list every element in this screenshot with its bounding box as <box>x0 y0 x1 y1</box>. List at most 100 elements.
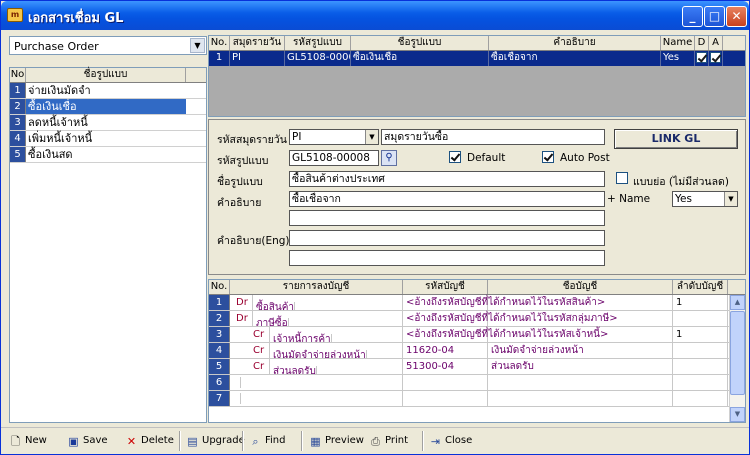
name-select[interactable]: Yes ▼ <box>672 191 738 207</box>
desc-eng-field-2[interactable] <box>289 250 605 266</box>
account-code-cell[interactable]: <อ้างถึงรหัสบัญชีที่ได้กำหนดไว้ในรหัสสิน… <box>403 295 605 310</box>
account-code-cell[interactable] <box>403 375 488 390</box>
table-row[interactable]: 7 <box>209 391 745 407</box>
entry-cell[interactable] <box>230 391 403 406</box>
toolbar-separator <box>242 431 244 451</box>
find-button[interactable]: ⌕ Find <box>249 433 285 449</box>
account-order-cell[interactable]: 1 <box>673 295 728 310</box>
entry-cell[interactable]: Dr ภาษีซื้อ <box>230 311 403 326</box>
account-order-cell[interactable] <box>673 343 728 358</box>
journal-code-select[interactable]: PI ▼ <box>289 129 379 145</box>
autopost-checkbox[interactable] <box>542 151 554 163</box>
account-order-cell[interactable] <box>673 391 728 406</box>
entry-cell[interactable] <box>230 375 403 390</box>
account-name-cell[interactable] <box>488 375 673 390</box>
header-no: No <box>10 68 26 82</box>
row-no: 6 <box>209 375 230 390</box>
new-button[interactable]: 🗋 New <box>9 433 47 449</box>
journal-name-field[interactable]: สมุดรายวันซื้อ <box>381 129 605 145</box>
table-row[interactable]: 5 Cr ส่วนลดรับ 51300-04 ส่วนลดรับ <box>209 359 745 375</box>
account-order-cell[interactable]: 1 <box>673 327 728 342</box>
table-row[interactable]: 3 Cr เจ้าหนี้การค้า <อ้างถึงรหัสบัญชีที่ได้… <box>209 327 745 343</box>
doc-type-value: Purchase Order <box>14 40 99 53</box>
delete-button[interactable]: ✕ Delete <box>125 433 174 449</box>
list-item[interactable]: 1 จ่ายเงินมัดจำ <box>10 83 206 99</box>
minimize-button[interactable]: _ <box>682 6 703 27</box>
bottom-toolbar: 🗋 New ▣ Save ✕ Delete ▤ Upgrade ⌕ Find ▦… <box>1 427 749 454</box>
scroll-up-icon[interactable]: ▲ <box>730 295 745 310</box>
search-icon[interactable]: ⚲ <box>381 150 397 166</box>
save-button[interactable]: ▣ Save <box>67 433 107 449</box>
account-order-cell[interactable] <box>673 311 728 326</box>
account-code-cell[interactable]: 51300-04 <box>403 359 488 374</box>
row-no: 3 <box>209 327 230 342</box>
doc-type-dropdown[interactable]: Purchase Order ▼ <box>9 36 207 55</box>
format-list-header: No ชื่อรูปแบบ <box>10 68 206 83</box>
maximize-button[interactable]: □ <box>704 6 725 27</box>
desc-label: คำอธิบาย <box>217 197 262 209</box>
drcr-label: Cr <box>250 343 270 358</box>
table-row[interactable]: 6 <box>209 375 745 391</box>
account-code-cell[interactable]: <อ้างถึงรหัสบัญชีที่ได้กำหนดไว้ในรหัสกลุ… <box>403 311 618 326</box>
format-name-field[interactable]: ซื้อสินค้าต่างประเทศ <box>289 171 605 187</box>
desc-eng-field[interactable] <box>289 230 605 246</box>
list-item[interactable]: 5 ซื้อเงินสด <box>10 147 206 163</box>
entry-cell[interactable]: Dr ซื้อสินค้า <box>230 295 403 310</box>
link-gl-button[interactable]: LINK GL <box>614 129 738 149</box>
account-code-cell[interactable]: 11620-04 <box>403 343 488 358</box>
chevron-down-icon[interactable]: ▼ <box>365 130 378 144</box>
exit-icon: ⇥ <box>430 434 441 448</box>
row-no: 2 <box>209 311 230 326</box>
format-code-field[interactable]: GL5108-00008 <box>289 150 379 166</box>
list-item[interactable]: 4 เพิ่มหนี้เจ้าหนี้ <box>10 131 206 147</box>
vertical-scrollbar[interactable]: ▲ ▼ <box>729 295 745 422</box>
header-name: ชื่อรูปแบบ <box>26 68 186 82</box>
account-grid-body: 1 Dr ซื้อสินค้า <อ้างถึงรหัสบัญชีที่ได้กำหน… <box>209 295 745 407</box>
entry-cell[interactable]: Cr เจ้าหนี้การค้า <box>230 327 403 342</box>
desc-field-2[interactable] <box>289 210 605 226</box>
entry-label: เจ้าหนี้การค้า <box>270 334 332 342</box>
close-app-button[interactable]: ⇥ Close <box>429 433 472 449</box>
chevron-down-icon[interactable]: ▼ <box>190 38 205 53</box>
table-row[interactable]: 1 Dr ซื้อสินค้า <อ้างถึงรหัสบัญชีที่ได้กำหน… <box>209 295 745 311</box>
account-order-cell[interactable] <box>673 375 728 390</box>
entry-cell[interactable]: Cr ส่วนลดรับ <box>230 359 403 374</box>
row-no: 7 <box>209 391 230 406</box>
account-name-cell[interactable]: เงินมัดจำจ่ายล่วงหน้า <box>488 343 673 358</box>
account-name-cell[interactable] <box>488 391 673 406</box>
account-code-cell[interactable] <box>403 391 488 406</box>
preview-button[interactable]: ▦ Preview <box>309 433 364 449</box>
list-item[interactable]: 2 ซื้อเงินเชื่อ <box>10 99 206 115</box>
account-grid: No. รายการลงบัญชี รหัสบัญชี ชื่อบัญชี ลำ… <box>208 279 746 423</box>
row-no: 4 <box>209 343 230 358</box>
close-button[interactable]: ✕ <box>726 6 747 27</box>
autopost-label: Auto Post <box>560 152 610 164</box>
table-row[interactable]: 2 Dr ภาษีซื้อ <อ้างถึงรหัสบัญชีที่ได้กำหนดไ… <box>209 311 745 327</box>
scroll-thumb[interactable] <box>730 311 745 395</box>
default-checkbox[interactable] <box>449 151 461 163</box>
format-name-label: ชื่อรูปแบบ <box>217 176 263 188</box>
default-label: Default <box>467 152 506 164</box>
table-row[interactable]: 1 PI GL5108-00008 ซื้อเงินเชื่อ ซื้อเชื่… <box>209 51 745 66</box>
brief-checkbox[interactable] <box>616 172 628 184</box>
brief-label: แบบย่อ (ไม่มีส่วนลด) <box>633 176 729 188</box>
desc-field[interactable]: ซื้อเชื่อจาก <box>289 191 605 207</box>
desc-eng-label: คำอธิบาย(Eng) <box>217 235 290 247</box>
journal-label: รหัสสมุดรายวัน <box>217 134 287 146</box>
table-row[interactable]: 4 Cr เงินมัดจำจ่ายล่วงหน้า 11620-04 เงินมัดจ… <box>209 343 745 359</box>
format-grid: No. สมุดรายวัน รหัสรูปแบบ ชื่อรูปแบบ คำอ… <box>208 35 746 117</box>
list-item[interactable]: 3 ลดหนี้เจ้าหนี้ <box>10 115 206 131</box>
chevron-down-icon[interactable]: ▼ <box>724 192 737 206</box>
account-name-cell[interactable]: ส่วนลดรับ <box>488 359 673 374</box>
account-order-cell[interactable] <box>673 359 728 374</box>
entry-cell[interactable]: Cr เงินมัดจำจ่ายล่วงหน้า <box>230 343 403 358</box>
entry-label: ส่วนลดรับ <box>270 366 317 374</box>
a-checkbox[interactable] <box>710 52 721 63</box>
print-button[interactable]: ⎙ Print <box>369 433 408 449</box>
scroll-down-icon[interactable]: ▼ <box>730 407 745 422</box>
account-code-cell[interactable]: <อ้างถึงรหัสบัญชีที่ได้กำหนดไว้ในรหัสเจ้… <box>403 327 608 342</box>
entry-label <box>237 377 241 388</box>
d-checkbox[interactable] <box>696 52 707 63</box>
upgrade-button[interactable]: ▤ Upgrade <box>186 433 244 449</box>
title-bar[interactable]: m เอกสารเชื่อม GL _ □ ✕ <box>1 1 749 30</box>
